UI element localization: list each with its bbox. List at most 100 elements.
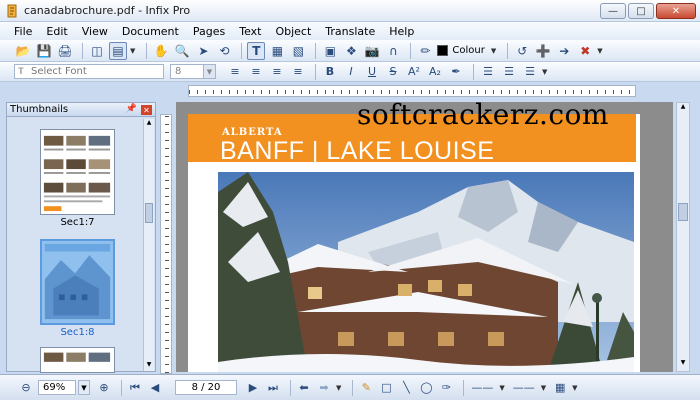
rectangle-icon[interactable]: □ xyxy=(378,380,394,396)
forward-icon[interactable]: ➡ xyxy=(316,380,332,396)
extract-page-icon[interactable]: ➔ xyxy=(555,42,573,60)
toolbar-separator xyxy=(315,63,316,80)
scroll-up-icon[interactable]: ▲ xyxy=(144,119,154,129)
menu-document[interactable]: Document xyxy=(122,25,179,38)
thumbnail-page-8[interactable] xyxy=(40,239,115,325)
rotate-icon[interactable]: ⟲ xyxy=(215,42,233,60)
save-icon[interactable]: 💾 xyxy=(35,42,53,60)
menu-view[interactable]: View xyxy=(82,25,108,38)
select-arrow-icon[interactable]: ➤ xyxy=(194,42,212,60)
chevron-down-icon[interactable]: ▼ xyxy=(336,384,341,392)
chevron-down-icon[interactable]: ▼ xyxy=(203,65,215,78)
align-justify-icon[interactable]: ≡ xyxy=(289,65,307,78)
document-scrollbar[interactable]: ▲ ▼ xyxy=(676,102,690,372)
colour-swatch[interactable] xyxy=(437,45,449,56)
hand-tool-icon[interactable]: ✋ xyxy=(152,42,170,60)
zoom-out-icon[interactable]: ⊖ xyxy=(18,380,34,396)
thumbnails-scrollbar[interactable]: ▲ ▼ xyxy=(143,119,154,371)
scrollbar-thumb[interactable] xyxy=(145,203,153,223)
chevron-down-icon[interactable]: ▼ xyxy=(542,68,547,76)
scroll-up-icon[interactable]: ▲ xyxy=(677,103,689,115)
colour-label[interactable]: Colour xyxy=(452,45,484,56)
menu-text[interactable]: Text xyxy=(239,25,261,38)
zoom-in-icon[interactable]: ⊕ xyxy=(96,380,112,396)
delete-page-icon[interactable]: ✖ xyxy=(576,42,594,60)
lodge-photo[interactable] xyxy=(218,172,634,372)
close-icon[interactable]: ✕ xyxy=(141,105,152,115)
print-icon[interactable]: 🖨 xyxy=(56,42,74,60)
italic-icon[interactable]: I xyxy=(342,65,360,78)
last-page-icon[interactable]: ⏭ xyxy=(265,380,281,396)
previous-page-icon[interactable]: ◀ xyxy=(147,380,163,396)
close-button[interactable]: ✕ xyxy=(656,3,696,19)
chevron-down-icon[interactable]: ▼ xyxy=(130,47,135,55)
zoom-icon[interactable]: 🔍 xyxy=(173,42,191,60)
minimize-button[interactable]: — xyxy=(600,3,626,19)
text-frame-icon[interactable]: ▦ xyxy=(268,42,286,60)
eyedropper-icon[interactable]: ✏ xyxy=(416,42,434,60)
list-icon[interactable]: ☰ xyxy=(521,65,539,78)
pencil-icon[interactable]: ✎ xyxy=(358,380,374,396)
back-icon[interactable]: ⬅ xyxy=(296,380,312,396)
crop-icon[interactable]: ▣ xyxy=(321,42,339,60)
scroll-down-icon[interactable]: ▼ xyxy=(677,359,689,371)
chevron-down-icon[interactable]: ▼ xyxy=(499,384,504,392)
toolbar-separator xyxy=(290,379,291,396)
chevron-down-icon[interactable]: ▼ xyxy=(491,47,496,55)
bold-icon[interactable]: B xyxy=(321,65,339,78)
line-width-icon[interactable]: —— xyxy=(511,380,537,396)
font-select[interactable]: 𝐓 Select Font xyxy=(14,64,164,79)
restore-button[interactable]: □ xyxy=(628,3,654,19)
menu-object[interactable]: Object xyxy=(275,25,311,38)
pen-icon[interactable]: ✑ xyxy=(438,380,454,396)
menu-translate[interactable]: Translate xyxy=(325,25,375,38)
text-column-icon[interactable]: ▧ xyxy=(289,42,307,60)
line-icon[interactable]: ╲ xyxy=(398,380,414,396)
strikethrough-icon[interactable]: S xyxy=(384,65,402,78)
link-icon[interactable]: ∩ xyxy=(384,42,402,60)
text-tool-icon[interactable]: T xyxy=(247,41,266,60)
document-view[interactable]: ALBERTA BANFF | LAKE LOUISE xyxy=(176,102,673,372)
insert-page-icon[interactable]: ➕ xyxy=(534,42,552,60)
underline-icon[interactable]: U xyxy=(363,65,381,78)
page-view-icon[interactable]: ▤ xyxy=(109,41,127,60)
menu-file[interactable]: File xyxy=(14,25,32,38)
zoom-field[interactable]: 69% xyxy=(38,380,76,395)
first-page-icon[interactable]: ⏮ xyxy=(127,380,143,396)
chevron-down-icon[interactable]: ▼ xyxy=(597,47,602,55)
pin-icon[interactable]: 📌 xyxy=(126,104,137,114)
fill-icon[interactable]: ▦ xyxy=(552,380,568,396)
superscript-icon[interactable]: A² xyxy=(405,65,423,78)
title-bar: canadabrochure.pdf - Infix Pro — □ ✕ xyxy=(0,0,700,22)
subscript-icon[interactable]: A₂ xyxy=(426,65,444,78)
toolbar-separator xyxy=(507,42,509,59)
align-right-icon[interactable]: ≡ xyxy=(268,65,286,78)
camera-icon[interactable]: 📷 xyxy=(363,42,381,60)
line-style-icon[interactable]: —— xyxy=(469,380,495,396)
chevron-down-icon[interactable]: ▼ xyxy=(541,384,546,392)
page-nav-icon[interactable]: ↺ xyxy=(513,42,531,60)
font-size-select[interactable]: 8 ▼ xyxy=(170,64,216,79)
page-number-field[interactable]: 8 / 20 xyxy=(175,380,237,395)
menu-pages[interactable]: Pages xyxy=(193,25,225,38)
document-page[interactable]: ALBERTA BANFF | LAKE LOUISE xyxy=(188,114,640,372)
fit-page-icon[interactable]: ◫ xyxy=(88,42,106,60)
open-folder-icon[interactable]: 📂 xyxy=(14,42,32,60)
ellipse-icon[interactable]: ◯ xyxy=(418,380,434,396)
vertical-ruler xyxy=(160,114,172,374)
scrollbar-thumb[interactable] xyxy=(678,203,688,221)
paragraph-spacing-icon[interactable]: ☰ xyxy=(500,65,518,78)
thumbnail-page-9[interactable] xyxy=(40,347,115,373)
next-page-icon[interactable]: ▶ xyxy=(245,380,261,396)
highlight-icon[interactable]: ✒ xyxy=(447,65,465,78)
thumbnail-page-7[interactable] xyxy=(40,129,115,215)
line-spacing-icon[interactable]: ☰ xyxy=(479,65,497,78)
align-center-icon[interactable]: ≡ xyxy=(247,65,265,78)
scroll-down-icon[interactable]: ▼ xyxy=(144,361,154,371)
chevron-down-icon[interactable]: ▼ xyxy=(572,384,577,392)
object-tool-icon[interactable]: ❖ xyxy=(342,42,360,60)
chevron-down-icon[interactable]: ▼ xyxy=(78,380,90,395)
menu-edit[interactable]: Edit xyxy=(46,25,67,38)
align-left-icon[interactable]: ≡ xyxy=(226,65,244,78)
menu-help[interactable]: Help xyxy=(389,25,414,38)
